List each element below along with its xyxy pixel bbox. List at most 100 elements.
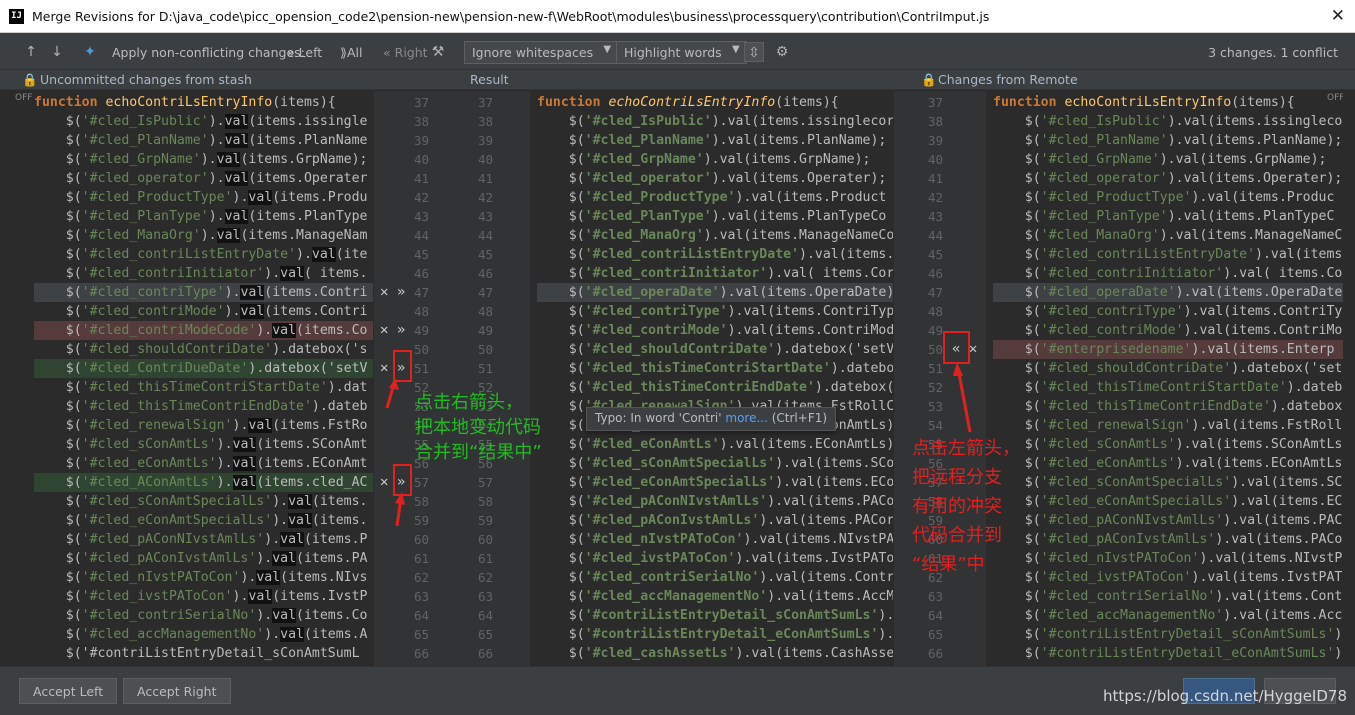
gutter-row: 38: [894, 112, 986, 131]
left-code-line: $('#contriListEntryDetail_sConAmtSumL: [34, 646, 360, 661]
typo-tooltip: Typo: In word 'Contri' more... (Ctrl+F1): [586, 407, 837, 431]
prev-change-up-arrow-icon[interactable]: ↑: [21, 42, 41, 62]
right-code-line: $('#cled_thisTimeContriStartDate').dateb: [993, 380, 1343, 395]
line-number: 50: [928, 342, 944, 357]
off-marker: OFF: [1327, 93, 1345, 103]
left-code-line: $('#cled_pAConNIvstAmlLs').val(items.P: [34, 532, 368, 547]
left-code-line: $('#cled_contriMode').val(items.Contri: [34, 304, 368, 319]
line-number: 51: [414, 361, 430, 376]
line-number: 50: [478, 342, 494, 357]
accept-right-button[interactable]: Accept Right: [123, 678, 231, 704]
tooltip-more-link[interactable]: more...: [725, 411, 768, 425]
gutter-row: 63: [894, 587, 986, 606]
line-number: 43: [414, 209, 430, 224]
gutter-row: 44: [894, 226, 986, 245]
left-code-line: $('#cled_sConAmtLs').val(items.SConAmt: [34, 437, 368, 452]
left-code-line: $('#cled_eConAmtSpecialLs').val(items.: [34, 513, 368, 528]
gutter-row: 62 62: [374, 568, 530, 587]
left-code-line: $('#cled_ManaOrg').val(items.ManageNam: [34, 228, 368, 243]
apply-change-right-arrow-icon[interactable]: ✕ »: [380, 283, 405, 302]
right-code-line: $('#enterprisedename').val(items.Enterp: [993, 340, 1343, 359]
magic-wand-icon[interactable]: ⚒: [428, 42, 448, 62]
line-number: 44: [478, 228, 494, 243]
result-code-line: $('#cled_thisTimeContriEndDate').datebox…: [537, 380, 893, 395]
line-number: 38: [928, 114, 944, 129]
line-number: 42: [928, 190, 944, 205]
accept-left-button[interactable]: Accept Left: [19, 678, 118, 704]
gutter-row: 41 41: [374, 169, 530, 188]
line-number: 38: [414, 114, 430, 129]
gear-icon[interactable]: ⚙: [772, 42, 792, 62]
gutter-row: 37: [894, 93, 986, 112]
right-code-line: $('#cled_operaDate').val(items.OperaDate: [993, 283, 1343, 302]
right-code-line: $('#cled_contriMode').val(items.ContriMo: [993, 323, 1343, 338]
left-code-line: $('#cled_thisTimeContriEndDate').dateb: [34, 399, 368, 414]
gutter-row: 47 47 ✕ »: [374, 283, 530, 302]
right-code-line: function echoContriLsEntryInfo(items){: [993, 95, 1295, 110]
gutter-row: 40: [894, 150, 986, 169]
right-code-line: $('#cled_shouldContriDate').datebox('set: [993, 361, 1343, 376]
annotation-line: 点击左箭头，: [912, 438, 1020, 459]
close-window-button[interactable]: ✕: [1331, 6, 1345, 26]
line-number: 58: [414, 494, 430, 509]
highlight-select[interactable]: Highlight words ▼: [616, 41, 747, 64]
line-number: 47: [414, 285, 430, 300]
line-number: 49: [478, 323, 494, 338]
line-number: 65: [478, 627, 494, 642]
next-change-down-arrow-icon[interactable]: ↓: [47, 42, 67, 62]
apply-left-button[interactable]: » Left: [287, 45, 322, 60]
right-code-line: $('#cled_sConAmtSpecialLs').val(items.SC: [993, 475, 1343, 490]
line-number: 61: [414, 551, 430, 566]
double-left-arrow-icon: «: [383, 45, 391, 60]
line-number: 37: [478, 95, 494, 110]
right-code-line: $('#cled_sConAmtLs').val(items.SConAmtLs: [993, 437, 1343, 452]
double-arrow-icon: ⟫: [340, 45, 347, 60]
right-editor[interactable]: function echoContriLsEntryInfo(items){ $…: [987, 91, 1343, 666]
magic-resolve-icon[interactable]: ✦: [80, 42, 100, 62]
gutter-row: 42 42: [374, 188, 530, 207]
gutter-row: 43 43: [374, 207, 530, 226]
line-number: 39: [478, 133, 494, 148]
gutter-row: 43: [894, 207, 986, 226]
apply-right-button[interactable]: « Right: [383, 45, 428, 60]
line-number: 41: [928, 171, 944, 186]
left-code-line: $('#cled_shouldContriDate').datebox('s: [34, 342, 368, 357]
right-scrollbar[interactable]: [1343, 91, 1355, 666]
lock-icon: 🔒: [22, 72, 38, 87]
line-number: 60: [478, 532, 494, 547]
gutter-row: 59 59: [374, 511, 530, 530]
whitespace-select[interactable]: Ignore whitespaces ▼: [464, 41, 619, 64]
result-pane-header: Result: [470, 72, 509, 87]
annotation-line: “结果”中: [912, 554, 985, 575]
right-code-line: $('#cled_ivstPAToCon').val(items.IvstPAT: [993, 570, 1343, 585]
left-code-line: $('#cled_PlanName').val(items.PlanName: [34, 133, 368, 148]
right-code-line: $('#cled_ProductType').val(items.Produc: [993, 190, 1335, 205]
left-editor[interactable]: function echoContriLsEntryInfo(items){ $…: [14, 91, 373, 666]
apply-change-right-arrow-icon[interactable]: ✕ »: [380, 321, 405, 340]
sync-scroll-icon[interactable]: ⇳: [744, 42, 764, 62]
left-code-line: $('#cled_ivstPAToCon').val(items.IvstP: [34, 589, 368, 604]
line-number: 63: [414, 589, 430, 604]
result-code-line: $('#cled_contriSerialNo').val(items.Cont…: [537, 570, 893, 585]
result-editor[interactable]: function echoContriLsEntryInfo(items){ $…: [531, 91, 893, 666]
line-number: 49: [928, 323, 944, 338]
result-code-line: $('#contriListEntryDetail_sConAmtSumLs')…: [537, 608, 893, 623]
left-code: function echoContriLsEntryInfo(items){ $…: [14, 91, 373, 663]
gutter-row: 49 49 ✕ »: [374, 321, 530, 340]
gutter-row: 52: [894, 378, 986, 397]
gutter-row: 53: [894, 397, 986, 416]
left-code-line: $('#cled_accManagementNo').val(items.A: [34, 627, 368, 642]
line-number: 59: [414, 513, 430, 528]
line-number: 42: [478, 190, 494, 205]
merge-footer: Accept Left Accept Right https://blog.cs…: [0, 666, 1355, 715]
right-code-line: $('#cled_contriListEntryDate').val(items: [993, 247, 1343, 262]
right-code-line: $('#cled_operator').val(items.Operater);: [993, 171, 1343, 186]
left-code-line: $('#cled_renewalSign').val(items.FstRo: [34, 418, 368, 433]
apply-all-button[interactable]: ⟫All: [340, 45, 362, 60]
line-number: 45: [478, 247, 494, 262]
line-number: 66: [928, 646, 944, 661]
left-code-line: $('#cled_eConAmtLs').val(items.EConAmt: [34, 456, 368, 471]
line-number: 57: [414, 475, 430, 490]
right-code-line: $('#cled_PlanName').val(items.PlanName);: [993, 133, 1343, 148]
line-number: 40: [478, 152, 494, 167]
